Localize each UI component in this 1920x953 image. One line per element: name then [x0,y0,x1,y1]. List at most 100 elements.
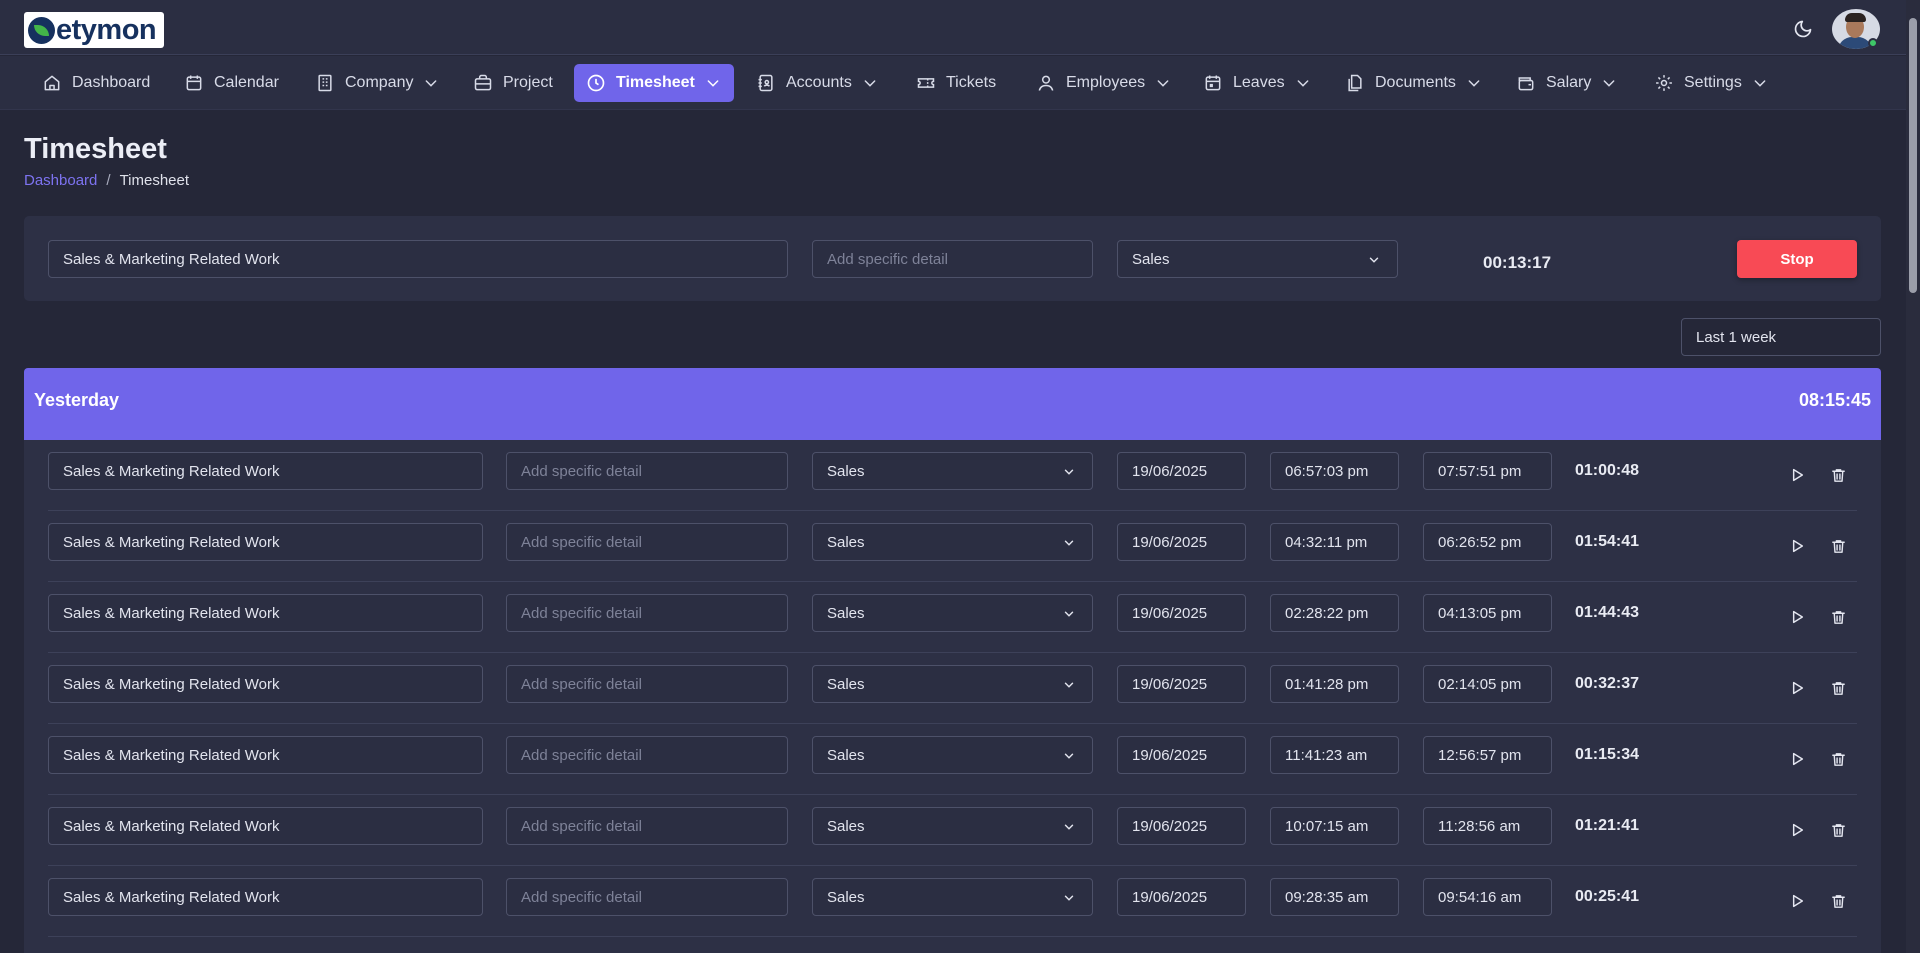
entry-category-select[interactable]: Sales [812,736,1093,774]
nav-item-settings[interactable]: Settings [1642,64,1768,102]
nav-item-accounts[interactable]: Accounts [744,64,878,102]
play-icon[interactable] [1786,606,1808,628]
entry-date-input[interactable]: 19/06/2025 [1117,736,1246,774]
entry-category-select[interactable]: Sales [812,807,1093,845]
play-icon[interactable] [1786,464,1808,486]
moon-icon[interactable] [1790,16,1816,42]
entry-task-input[interactable]: Sales & Marketing Related Work [48,665,483,703]
entry-end-time-input[interactable]: 02:14:05 pm [1423,665,1552,703]
entry-task-input[interactable]: Sales & Marketing Related Work [48,523,483,561]
trash-icon[interactable] [1827,748,1849,770]
entry-end-time-input[interactable]: 09:54:16 am [1423,878,1552,916]
entry-task-input[interactable]: Sales & Marketing Related Work [48,736,483,774]
entry-category-value: Sales [827,746,865,764]
nav-item-leaves[interactable]: Leaves [1191,64,1311,102]
nav-item-timesheet[interactable]: Timesheet [574,64,734,102]
entry-detail-input[interactable]: Add specific detail [506,878,788,916]
logo-mark-icon [28,16,55,44]
nav-label: Employees [1066,74,1146,91]
play-icon[interactable] [1786,535,1808,557]
trash-icon[interactable] [1827,890,1849,912]
entry-category-select[interactable]: Sales [812,665,1093,703]
entry-category-value: Sales [827,888,865,906]
entry-date-input[interactable]: 19/06/2025 [1117,665,1246,703]
date-range-select[interactable]: Last 1 week [1681,318,1881,356]
entry-category-select[interactable]: Sales [812,878,1093,916]
nav-item-documents[interactable]: Documents [1333,64,1482,102]
entry-date-input[interactable]: 19/06/2025 [1117,878,1246,916]
entry-category-select[interactable]: Sales [812,452,1093,490]
nav-item-employees[interactable]: Employees [1024,64,1171,102]
table-row: Sales & Marketing Related Work Add speci… [24,511,1881,582]
entry-start-time-input[interactable]: 01:41:28 pm [1270,665,1399,703]
entry-task-input[interactable]: Sales & Marketing Related Work [48,878,483,916]
entry-date-input[interactable]: 19/06/2025 [1117,807,1246,845]
nav-item-dashboard[interactable]: Dashboard [30,64,150,102]
entry-date-input[interactable]: 19/06/2025 [1117,452,1246,490]
entry-start-time-input[interactable]: 04:32:11 pm [1270,523,1399,561]
entry-date-input[interactable]: 19/06/2025 [1117,594,1246,632]
nav-label: Project [503,74,553,91]
entry-category-value: Sales [827,462,865,480]
timer-category-select[interactable]: Sales [1117,240,1398,278]
entry-date-input[interactable]: 19/06/2025 [1117,523,1246,561]
entry-detail-input[interactable]: Add specific detail [506,594,788,632]
entry-duration: 01:54:41 [1575,533,1640,550]
entry-duration: 01:00:48 [1575,462,1640,479]
entry-start-time-input[interactable]: 10:07:15 am [1270,807,1399,845]
play-icon[interactable] [1786,819,1808,841]
entry-end-time-input[interactable]: 04:13:05 pm [1423,594,1552,632]
timer-category-value: Sales [1132,250,1170,268]
entry-start-time-input[interactable]: 09:28:35 am [1270,878,1399,916]
entry-duration: 01:15:34 [1575,746,1640,763]
timer-detail-input[interactable]: Add specific detail [812,240,1093,278]
entry-start-time-input[interactable]: 11:41:23 am [1270,736,1399,774]
main-nav: Dashboard Calendar Company Project Times… [0,56,1906,110]
chevron-down-icon [1369,257,1379,263]
entry-detail-input[interactable]: Add specific detail [506,452,788,490]
nav-item-project[interactable]: Project [461,64,553,102]
play-icon[interactable] [1786,748,1808,770]
entry-task-input[interactable]: Sales & Marketing Related Work [48,807,483,845]
entry-end-time-input[interactable]: 07:57:51 pm [1423,452,1552,490]
nav-label: Company [345,74,414,91]
breadcrumb-current: Timesheet [119,172,190,189]
stop-button[interactable]: Stop [1737,240,1857,278]
etymon-logo[interactable]: etymon [24,12,164,48]
entry-end-time-input[interactable]: 11:28:56 am [1423,807,1552,845]
entry-start-time-input[interactable]: 06:57:03 pm [1270,452,1399,490]
nav-item-calendar[interactable]: Calendar [172,64,279,102]
entry-end-time-input[interactable]: 06:26:52 pm [1423,523,1552,561]
entry-detail-input[interactable]: Add specific detail [506,807,788,845]
trash-icon[interactable] [1827,535,1849,557]
trash-icon[interactable] [1827,677,1849,699]
ticket-icon [917,78,935,88]
nav-item-tickets[interactable]: Tickets [904,64,996,102]
breadcrumb-dashboard-link[interactable]: Dashboard [24,172,97,189]
entry-category-select[interactable]: Sales [812,523,1093,561]
timer-task-input[interactable]: Sales & Marketing Related Work [48,240,788,278]
entry-task-input[interactable]: Sales & Marketing Related Work [48,452,483,490]
entry-detail-input[interactable]: Add specific detail [506,523,788,561]
trash-icon[interactable] [1827,819,1849,841]
entry-category-value: Sales [827,817,865,835]
entry-detail-input[interactable]: Add specific detail [506,665,788,703]
entry-duration: 00:32:37 [1575,675,1640,692]
entry-duration: 01:44:43 [1575,604,1640,621]
entry-detail-input[interactable]: Add specific detail [506,736,788,774]
scrollbar-thumb[interactable] [1909,18,1917,293]
entry-end-time-input[interactable]: 12:56:57 pm [1423,736,1552,774]
entry-category-select[interactable]: Sales [812,594,1093,632]
play-icon[interactable] [1786,890,1808,912]
gear-icon [1656,75,1672,91]
page-scrollbar[interactable] [1906,0,1920,953]
play-icon[interactable] [1786,677,1808,699]
trash-icon[interactable] [1827,464,1849,486]
trash-icon[interactable] [1827,606,1849,628]
entry-start-time-input[interactable]: 02:28:22 pm [1270,594,1399,632]
nav-label: Leaves [1233,74,1285,91]
nav-item-company[interactable]: Company [303,64,439,102]
nav-item-salary[interactable]: Salary [1504,64,1617,102]
entry-task-input[interactable]: Sales & Marketing Related Work [48,594,483,632]
clock-icon [587,74,605,92]
